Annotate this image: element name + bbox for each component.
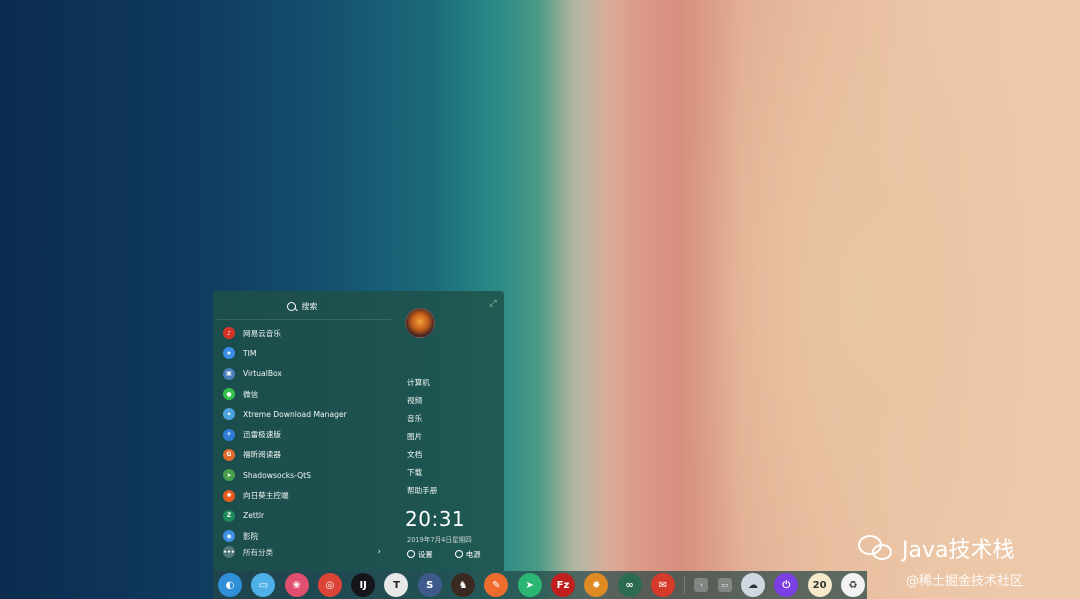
chrome-icon[interactable]: ◎: [317, 573, 342, 597]
power-label: 电源: [465, 550, 481, 559]
places-item[interactable]: 下载: [407, 463, 437, 481]
shadowsocks-icon: ➤: [223, 469, 235, 482]
launcher-bottom-links: 设置 电源: [407, 549, 481, 560]
sakura-icon[interactable]: ❀: [284, 573, 309, 597]
watermark: Java技术栈: [858, 532, 1014, 564]
all-categories-button[interactable]: ••• 所有分类 ›: [223, 545, 381, 559]
filezilla-icon[interactable]: Fz: [550, 573, 575, 597]
wechat-icon: ●: [223, 388, 235, 401]
search-divider: [217, 319, 391, 320]
launcher-app-item[interactable]: ✺ 向日葵主控端: [223, 485, 391, 505]
launcher-app-label: TIM: [243, 348, 257, 358]
launcher-app-item[interactable]: ✈ 迅雷极速版: [223, 424, 391, 444]
launcher-app-label: 福昕阅读器: [243, 450, 281, 460]
settings-gear-icon[interactable]: ✹: [584, 573, 609, 597]
intellij-idea-icon[interactable]: IJ: [351, 573, 376, 597]
launcher-search[interactable]: 搜索: [213, 295, 391, 317]
launcher-right-column: 计算机 视频 音乐 图片 文档 下载 帮助手册 20:31 2019年7月4日星期四 设置 …: [403, 291, 504, 571]
launcher-app-label: VirtualBox: [243, 369, 282, 379]
weather-cloud-icon[interactable]: ☁: [741, 573, 766, 597]
launcher-app-item[interactable]: ◉ 影院: [223, 526, 391, 546]
more-dots-icon: •••: [223, 546, 235, 558]
trash-icon[interactable]: ♻: [840, 573, 865, 597]
taskbar-dock: ◐ ▭ ❀ ◎ IJ T S ♞ ✎ ➤ Fz ✹ ∞ ✉ › ▭ ☁ ⏻ 20 ♻: [213, 571, 867, 599]
launcher-app-item[interactable]: G 福昕阅读器: [223, 445, 391, 465]
launcher-app-item[interactable]: ★ TIM: [223, 343, 391, 363]
launcher-app-list: ♪ 网易云音乐 ★ TIM ▣ VirtualBox ● 微信 ✦ Xtreme Download…: [223, 323, 391, 546]
tim-icon: ★: [223, 347, 235, 360]
places-item[interactable]: 视频: [407, 391, 437, 409]
typora-icon[interactable]: T: [384, 573, 409, 597]
launcher-app-item[interactable]: ● 微信: [223, 384, 391, 404]
places-item[interactable]: 计算机: [407, 373, 437, 391]
launcher-app-item[interactable]: ✦ Xtreme Download Manager: [223, 404, 391, 424]
tray-arrow-icon[interactable]: ›: [694, 578, 709, 592]
virtualbox-icon: ▣: [223, 367, 235, 380]
places-item[interactable]: 文档: [407, 445, 437, 463]
launcher-app-label: 迅雷极速版: [243, 430, 281, 440]
launcher-app-item[interactable]: ♪ 网易云音乐: [223, 323, 391, 343]
settings-icon: [407, 550, 415, 558]
netease-music-icon: ♪: [223, 327, 235, 340]
thunder-icon: ✈: [223, 428, 235, 441]
user-avatar[interactable]: [405, 308, 435, 338]
horse-icon[interactable]: ♞: [451, 573, 476, 597]
launcher-app-label: 影院: [243, 531, 259, 541]
postman-icon[interactable]: ✎: [484, 573, 509, 597]
launcher-app-item[interactable]: Z Zettlr: [223, 506, 391, 526]
cinema-icon: ◉: [223, 530, 235, 543]
wechat-logo-icon: [858, 533, 894, 563]
launcher-app-label: 网易云音乐: [243, 328, 281, 338]
all-categories-label: 所有分类: [243, 547, 273, 557]
send-arrow-icon[interactable]: ➤: [517, 573, 542, 597]
wallpaper-sand: [620, 0, 740, 599]
settings-label: 设置: [418, 550, 433, 559]
xdm-icon: ✦: [223, 408, 235, 421]
app-launcher: 搜索 ⤢ ♪ 网易云音乐 ★ TIM ▣ VirtualBox ● 微信 ✦ Xtreme Dow…: [213, 291, 504, 571]
power-icon[interactable]: ⏻: [774, 573, 799, 597]
places-item[interactable]: 音乐: [407, 409, 437, 427]
sublime-s-icon[interactable]: S: [417, 573, 442, 597]
watermark-source: @稀土掘金技术社区: [906, 574, 1024, 589]
watermark-title: Java技术栈: [902, 538, 1015, 563]
launcher-app-label: 向日葵主控端: [243, 491, 289, 501]
clock-20-icon[interactable]: 20: [807, 573, 832, 597]
launcher-app-label: Shadowsocks-QtS: [243, 470, 311, 480]
settings-button[interactable]: 设置: [407, 549, 433, 560]
launcher-app-item[interactable]: ▣ VirtualBox: [223, 364, 391, 384]
places-item[interactable]: 帮助手册: [407, 481, 437, 499]
launcher-clock: 20:31: [405, 507, 466, 531]
wallpaper-surf: [540, 0, 630, 599]
power-button[interactable]: 电源: [454, 549, 481, 560]
search-label: 搜索: [301, 301, 318, 311]
search-icon: [286, 301, 296, 311]
launcher-app-label: Xtreme Download Manager: [243, 409, 347, 419]
launcher-date: 2019年7月4日星期四: [407, 536, 472, 544]
places-item[interactable]: 图片: [407, 427, 437, 445]
dock-separator: [684, 576, 686, 594]
sunlogin-icon: ✺: [223, 489, 235, 502]
deepin-launcher-icon[interactable]: ◐: [218, 573, 242, 597]
file-manager-icon[interactable]: ▭: [251, 573, 276, 597]
launcher-places-nav: 计算机 视频 音乐 图片 文档 下载 帮助手册: [407, 373, 437, 499]
launcher-app-label: 微信: [243, 389, 259, 399]
tray-keyboard-icon[interactable]: ▭: [717, 578, 732, 592]
zettlr-icon: Z: [223, 509, 235, 522]
mail-icon[interactable]: ✉: [650, 573, 675, 597]
share-icon[interactable]: ∞: [617, 573, 642, 597]
power-icon: [454, 550, 463, 558]
foxit-reader-icon: G: [223, 448, 235, 461]
launcher-app-label: Zettlr: [243, 511, 265, 521]
chevron-right-icon: ›: [377, 547, 381, 557]
launcher-app-item[interactable]: ➤ Shadowsocks-QtS: [223, 465, 391, 485]
